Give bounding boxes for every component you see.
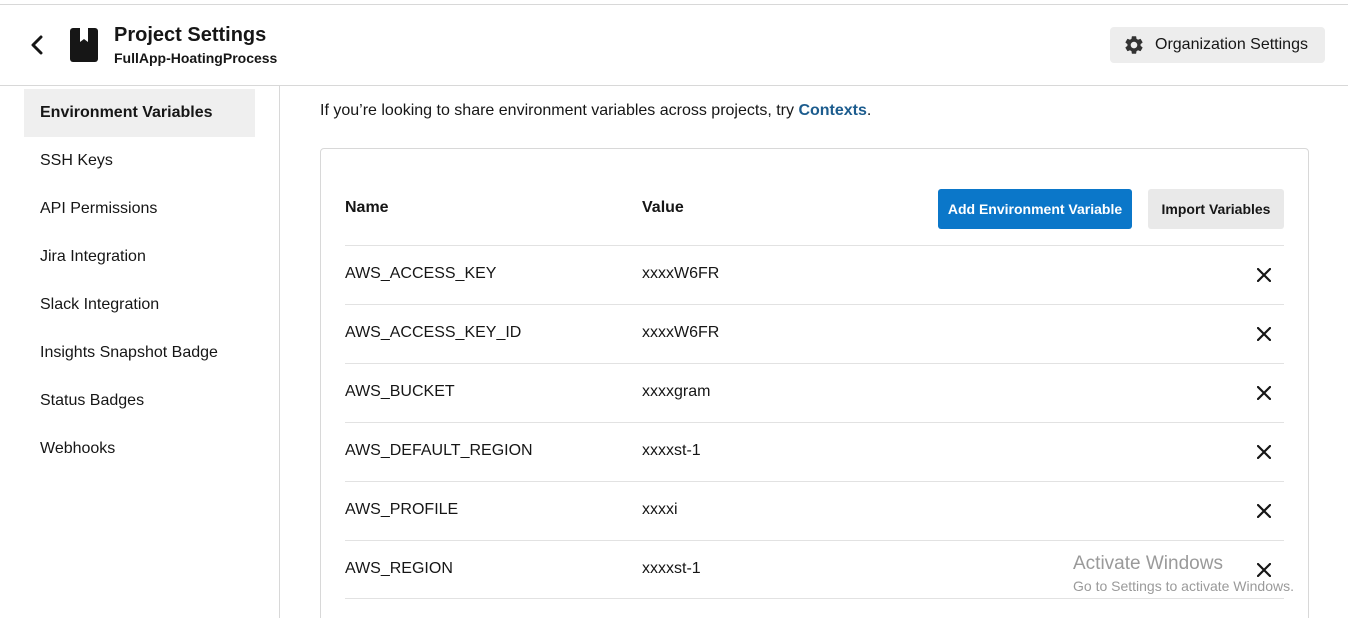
contexts-info-text: If you’re looking to share environment v… <box>320 102 871 120</box>
import-variables-button[interactable]: Import Variables <box>1148 189 1284 229</box>
sidebar-item-environment-variables[interactable]: Environment Variables <box>24 89 255 137</box>
table-row: AWS_DEFAULT_REGION xxxxst-1 <box>345 422 1284 481</box>
variable-name: AWS_ACCESS_KEY_ID <box>345 324 522 341</box>
chevron-left-icon <box>31 35 43 55</box>
delete-variable-button[interactable] <box>1254 265 1274 285</box>
sidebar-item-api-permissions[interactable]: API Permissions <box>24 185 255 233</box>
close-icon <box>1257 563 1271 577</box>
close-icon <box>1257 504 1271 518</box>
variable-value: xxxxW6FR <box>642 265 720 282</box>
variable-value: xxxxW6FR <box>642 324 720 341</box>
sidebar-item-ssh-keys[interactable]: SSH Keys <box>24 137 255 185</box>
variable-name: AWS_REGION <box>345 560 453 577</box>
project-name: FullApp-HoatingProcess <box>114 50 278 66</box>
sidebar-item-slack-integration[interactable]: Slack Integration <box>24 281 255 329</box>
delete-variable-button[interactable] <box>1254 442 1274 462</box>
organization-settings-button[interactable]: Organization Settings <box>1110 27 1325 63</box>
settings-sidebar: Environment Variables SSH Keys API Permi… <box>0 86 280 618</box>
page-title: Project Settings <box>114 24 267 46</box>
delete-variable-button[interactable] <box>1254 501 1274 521</box>
title-block: Project Settings FullApp-HoatingProcess <box>114 23 277 66</box>
variable-name: AWS_DEFAULT_REGION <box>345 442 533 459</box>
gear-icon <box>1125 36 1143 54</box>
close-icon <box>1257 327 1271 341</box>
variable-value: xxxxst-1 <box>642 560 701 577</box>
close-icon <box>1257 268 1271 282</box>
sidebar-item-webhooks[interactable]: Webhooks <box>24 425 255 473</box>
variable-value: xxxxgram <box>642 383 711 400</box>
organization-settings-label: Organization Settings <box>1155 36 1308 53</box>
name-column-header: Name <box>345 199 389 216</box>
sidebar-item-jira-integration[interactable]: Jira Integration <box>24 233 255 281</box>
variable-value: xxxxi <box>642 501 678 518</box>
variable-name: AWS_BUCKET <box>345 383 455 400</box>
add-environment-variable-button[interactable]: Add Environment Variable <box>938 189 1132 229</box>
environment-variables-card: Name Value Add Environment Variable Impo… <box>320 148 1309 618</box>
variable-value: xxxxst-1 <box>642 442 701 459</box>
close-icon <box>1257 386 1271 400</box>
table-row: AWS_REGION xxxxst-1 <box>345 540 1284 599</box>
contexts-link[interactable]: Contexts <box>798 102 866 119</box>
sidebar-item-status-badges[interactable]: Status Badges <box>24 377 255 425</box>
close-icon <box>1257 445 1271 459</box>
table-row: AWS_ACCESS_KEY_ID xxxxW6FR <box>345 304 1284 363</box>
main-content: If you’re looking to share environment v… <box>281 86 1348 618</box>
delete-variable-button[interactable] <box>1254 383 1274 403</box>
delete-variable-button[interactable] <box>1254 560 1274 580</box>
info-text: If you’re looking to share environment v… <box>320 102 799 119</box>
table-row: AWS_ACCESS_KEY xxxxW6FR <box>345 245 1284 304</box>
table-row: AWS_BUCKET xxxxgram <box>345 363 1284 422</box>
value-column-header: Value <box>642 199 684 216</box>
page-header: Project Settings FullApp-HoatingProcess … <box>0 5 1348 86</box>
variables-table: AWS_ACCESS_KEY xxxxW6FR AWS_ACCESS_KEY_I… <box>345 245 1284 599</box>
sidebar-item-insights-snapshot-badge[interactable]: Insights Snapshot Badge <box>24 329 255 377</box>
delete-variable-button[interactable] <box>1254 324 1274 344</box>
table-row: AWS_PROFILE xxxxi <box>345 481 1284 540</box>
bookmark-icon <box>70 28 98 62</box>
back-button[interactable] <box>24 31 50 59</box>
variable-name: AWS_ACCESS_KEY <box>345 265 497 282</box>
info-text-end: . <box>866 102 872 119</box>
variable-name: AWS_PROFILE <box>345 501 459 518</box>
